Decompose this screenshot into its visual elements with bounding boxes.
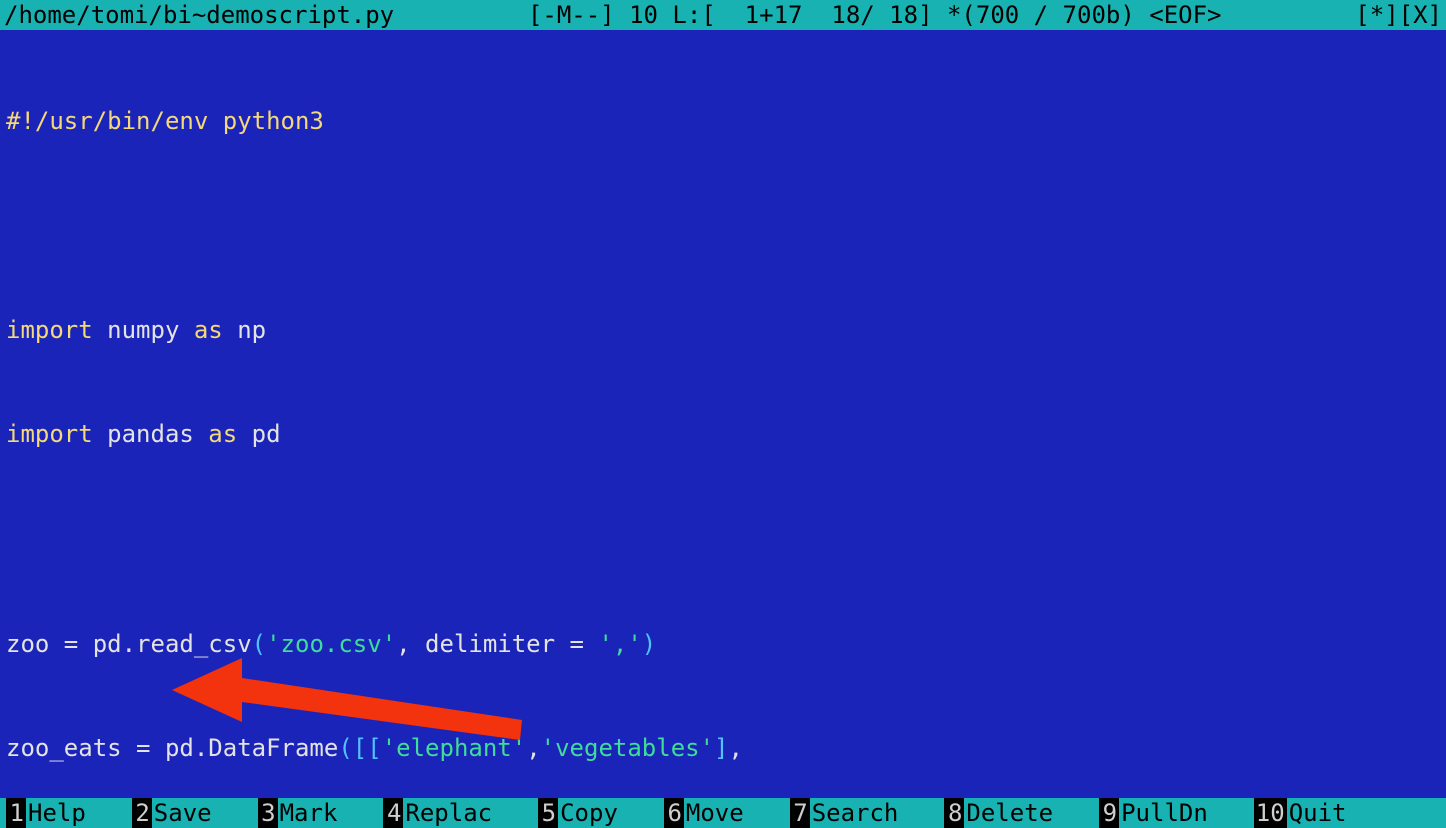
fkey-copy[interactable]: 5Copy: [538, 798, 618, 828]
fkey-pulldn[interactable]: 9PullDn: [1099, 798, 1208, 828]
fkey-search[interactable]: 7Search: [790, 798, 899, 828]
fkey-mark[interactable]: 3Mark: [258, 798, 338, 828]
fkey-quit[interactable]: 10Quit: [1254, 798, 1347, 828]
code-line[interactable]: #!/usr/bin/env python3: [6, 104, 1440, 139]
fkey-bar: 1Help 2Save 3Mark 4Replac 5Copy 6Move 7S…: [0, 798, 1446, 828]
code-line[interactable]: [6, 522, 1440, 557]
code-line[interactable]: [6, 208, 1440, 243]
shebang-text: #!/usr/bin/env python3: [6, 107, 324, 135]
fkey-help[interactable]: 1Help: [6, 798, 86, 828]
titlebar-path: /home/tomi/bi~demoscript.py: [4, 0, 394, 30]
code-line[interactable]: zoo_eats = pd.DataFrame([['elephant','ve…: [6, 731, 1440, 766]
code-line[interactable]: zoo = pd.read_csv('zoo.csv', delimiter =…: [6, 627, 1440, 662]
code-line[interactable]: import pandas as pd: [6, 417, 1440, 452]
titlebar-flags: [-M--] 10 L:[ 1+17 18/ 18] *(700 / 700b)…: [528, 0, 1222, 30]
fkey-replace[interactable]: 4Replac: [383, 798, 492, 828]
fkey-save[interactable]: 2Save: [132, 798, 212, 828]
code-line[interactable]: import numpy as np: [6, 313, 1440, 348]
fkey-delete[interactable]: 8Delete: [944, 798, 1053, 828]
editor-titlebar: /home/tomi/bi~demoscript.py [-M--] 10 L:…: [0, 0, 1446, 30]
fkey-move[interactable]: 6Move: [664, 798, 744, 828]
editor-viewport[interactable]: #!/usr/bin/env python3 import numpy as n…: [0, 30, 1446, 798]
titlebar-right: [*][X]: [1355, 0, 1442, 30]
